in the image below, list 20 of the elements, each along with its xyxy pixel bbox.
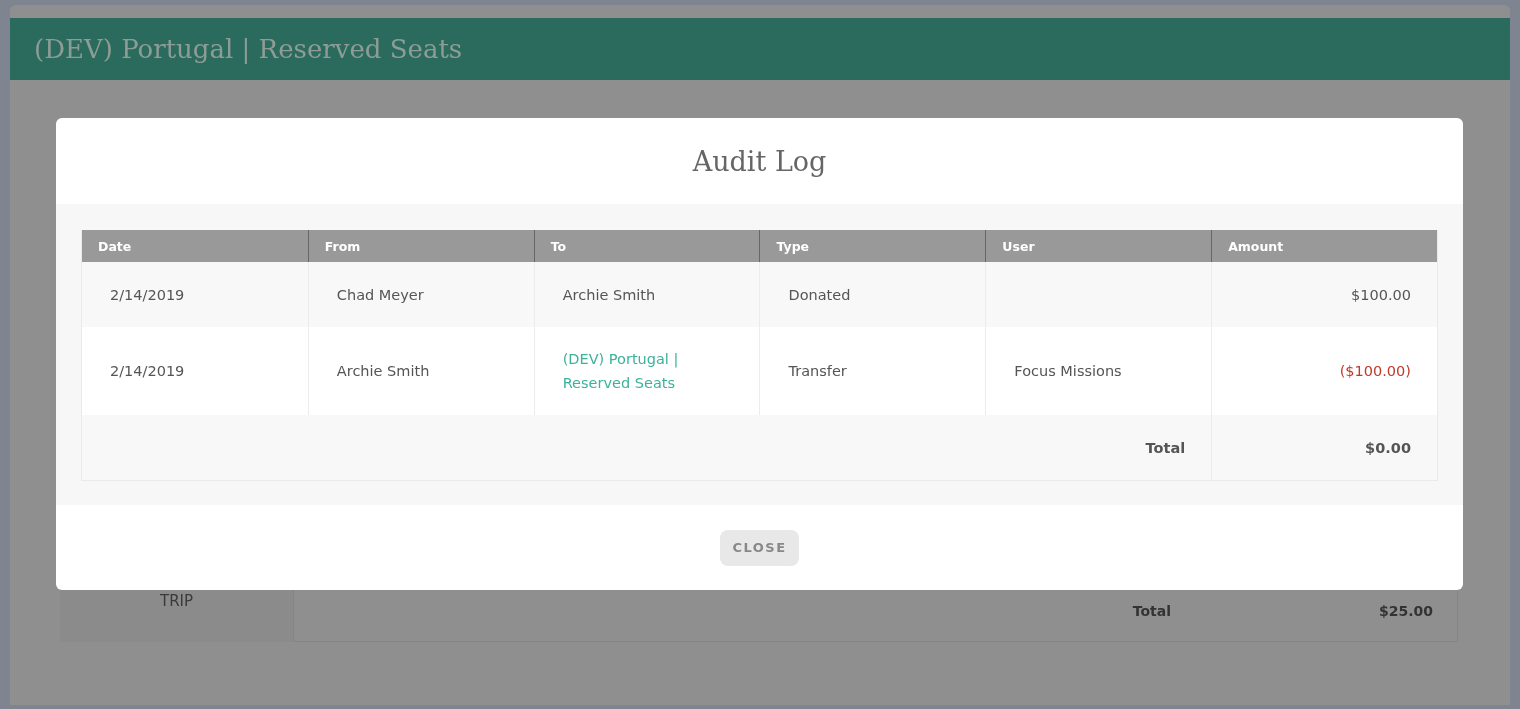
total-label: Total xyxy=(1145,439,1186,456)
total-value: $0.00 xyxy=(1365,439,1411,456)
amount-cell: ($100.00) xyxy=(1339,363,1411,379)
table-cell: 2/14/2019 xyxy=(110,286,185,303)
total-label: Total xyxy=(1132,603,1171,619)
table-cell: Chad Meyer xyxy=(336,286,424,303)
table-cell: Donated xyxy=(788,286,851,303)
table-cell: Focus Missions xyxy=(1014,363,1122,379)
column-header: Date xyxy=(97,237,133,256)
dialog-title: Audit Log xyxy=(692,145,827,177)
page-title: (DEV) Portugal | Reserved Seats xyxy=(34,34,463,64)
table-cell: Archie Smith xyxy=(336,363,430,379)
amount-cell: $100.00 xyxy=(1351,286,1411,303)
table-cell: Transfer xyxy=(788,363,847,379)
side-label: TRIP xyxy=(159,592,194,612)
trip-link[interactable]: (DEV) Portugal | Reserved Seats xyxy=(562,347,734,395)
close-button[interactable]: CLOSE xyxy=(720,529,799,566)
table-cell: Archie Smith xyxy=(562,286,656,303)
table-cell: 2/14/2019 xyxy=(110,363,185,379)
total-value: $25.00 xyxy=(1377,603,1434,619)
